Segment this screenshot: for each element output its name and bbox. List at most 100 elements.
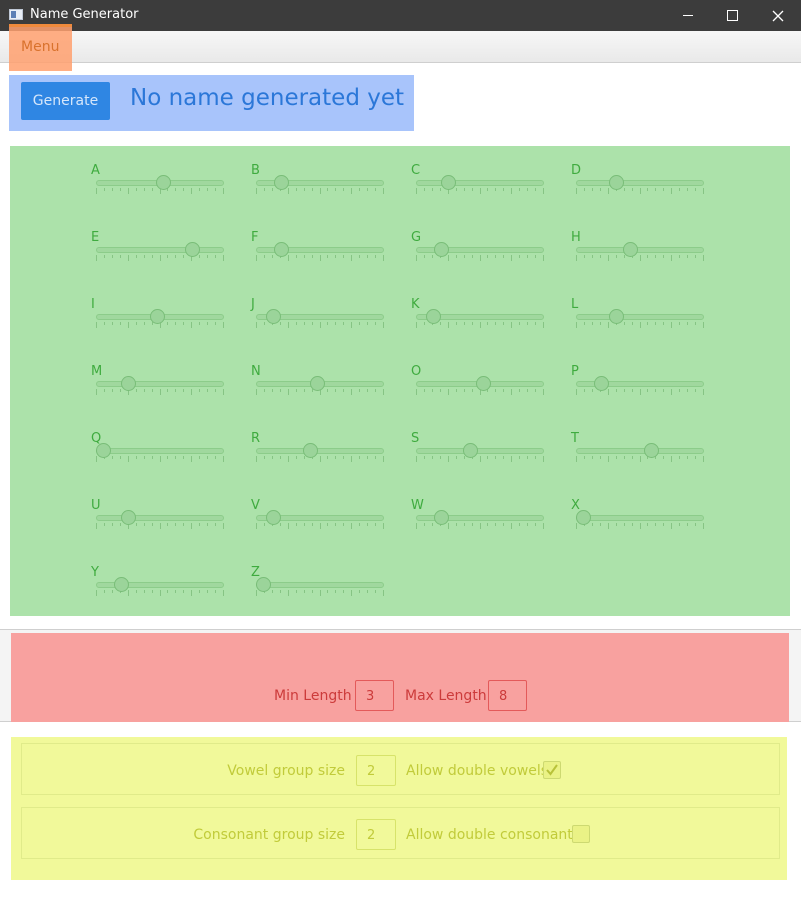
slider-i[interactable]: I	[91, 297, 226, 337]
slider-l[interactable]: L	[571, 297, 706, 337]
slider-b[interactable]: B	[251, 163, 386, 203]
close-button[interactable]	[755, 0, 801, 31]
slider-thumb[interactable]	[609, 309, 625, 324]
slider-thumb[interactable]	[184, 242, 200, 257]
slider-j[interactable]: J	[251, 297, 386, 337]
slider-thumb[interactable]	[121, 376, 137, 391]
slider-thumb[interactable]	[309, 376, 325, 391]
slider-label: S	[411, 431, 420, 446]
slider-thumb[interactable]	[149, 309, 165, 324]
minimize-button[interactable]	[665, 0, 711, 31]
minimize-icon	[683, 15, 693, 16]
slider-track[interactable]	[576, 247, 704, 253]
close-icon	[772, 10, 784, 21]
slider-label: I	[91, 297, 95, 312]
slider-w[interactable]: W	[411, 498, 546, 538]
slider-thumb[interactable]	[256, 577, 271, 592]
slider-label: N	[251, 364, 261, 379]
slider-thumb[interactable]	[441, 175, 457, 190]
slider-track[interactable]	[576, 314, 704, 320]
slider-z[interactable]: Z	[251, 565, 386, 605]
check-icon	[546, 764, 558, 776]
slider-e[interactable]: E	[91, 230, 226, 270]
slider-label: W	[411, 498, 424, 513]
slider-ticks	[256, 188, 384, 194]
slider-g[interactable]: G	[411, 230, 546, 270]
slider-n[interactable]: N	[251, 364, 386, 404]
slider-ticks	[256, 255, 384, 261]
menu-button[interactable]: Menu	[9, 24, 72, 71]
slider-thumb[interactable]	[302, 443, 318, 458]
slider-label: P	[571, 364, 579, 379]
allow-double-consonants-label: Allow double consonants	[406, 827, 581, 843]
vowel-group-size-field[interactable]: 2	[356, 755, 396, 786]
slider-f[interactable]: F	[251, 230, 386, 270]
slider-t[interactable]: T	[571, 431, 706, 471]
slider-x[interactable]: X	[571, 498, 706, 538]
grouping-panel: Vowel group size 2 Allow double vowels C…	[11, 737, 787, 880]
slider-label: Y	[91, 565, 99, 580]
slider-label: O	[411, 364, 422, 379]
window-title: Name Generator	[30, 7, 139, 22]
min-length-field[interactable]: 3	[355, 680, 394, 711]
slider-ticks	[256, 456, 384, 462]
slider-m[interactable]: M	[91, 364, 226, 404]
slider-track[interactable]	[256, 582, 384, 588]
maximize-button[interactable]	[709, 0, 755, 31]
min-length-label: Min Length	[274, 688, 352, 704]
slider-ticks	[576, 389, 704, 395]
maximize-icon	[726, 10, 738, 21]
slider-label: R	[251, 431, 261, 446]
slider-h[interactable]: H	[571, 230, 706, 270]
slider-a[interactable]: A	[91, 163, 226, 203]
allow-double-vowels-checkbox[interactable]	[543, 761, 561, 779]
slider-label: A	[91, 163, 100, 178]
slider-thumb[interactable]	[622, 242, 638, 257]
slider-thumb[interactable]	[609, 175, 625, 190]
slider-ticks	[576, 523, 704, 529]
slider-ticks	[576, 255, 704, 261]
slider-label: T	[571, 431, 579, 446]
slider-y[interactable]: Y	[91, 565, 226, 605]
title-bar: Name Generator	[0, 0, 801, 31]
vowel-row: Vowel group size 2 Allow double vowels	[21, 743, 780, 795]
slider-label: F	[251, 230, 259, 245]
slider-track[interactable]	[96, 381, 224, 387]
slider-thumb[interactable]	[96, 443, 111, 458]
slider-ticks	[576, 322, 704, 328]
slider-track[interactable]	[256, 448, 384, 454]
slider-ticks	[416, 188, 544, 194]
slider-r[interactable]: R	[251, 431, 386, 471]
slider-v[interactable]: V	[251, 498, 386, 538]
slider-label: L	[571, 297, 579, 312]
allow-double-consonants-checkbox[interactable]	[572, 825, 590, 843]
slider-ticks	[96, 389, 224, 395]
slider-track[interactable]	[96, 247, 224, 253]
slider-track[interactable]	[576, 515, 704, 521]
slider-o[interactable]: O	[411, 364, 546, 404]
slider-p[interactable]: P	[571, 364, 706, 404]
letter-weights-panel: A B C D E F G H I J K L M N O P Q R S T U V W X Y Z	[10, 146, 790, 616]
slider-ticks	[96, 590, 224, 596]
slider-thumb[interactable]	[576, 510, 591, 525]
slider-u[interactable]: U	[91, 498, 226, 538]
vowel-group-size-label: Vowel group size	[227, 763, 345, 779]
slider-track[interactable]	[96, 515, 224, 521]
max-length-field[interactable]: 8	[488, 680, 527, 711]
slider-s[interactable]: S	[411, 431, 546, 471]
slider-q[interactable]: Q	[91, 431, 226, 471]
slider-track[interactable]	[416, 180, 544, 186]
slider-c[interactable]: C	[411, 163, 546, 203]
slider-track[interactable]	[576, 448, 704, 454]
slider-d[interactable]: D	[571, 163, 706, 203]
consonant-group-size-field[interactable]: 2	[356, 819, 396, 850]
slider-ticks	[576, 188, 704, 194]
slider-thumb[interactable]	[121, 510, 137, 525]
slider-k[interactable]: K	[411, 297, 546, 337]
slider-track[interactable]	[576, 180, 704, 186]
generate-button[interactable]: Generate	[21, 82, 110, 120]
slider-track[interactable]	[416, 448, 544, 454]
consonant-group-size-label: Consonant group size	[193, 827, 345, 843]
slider-track[interactable]	[96, 448, 224, 454]
slider-thumb[interactable]	[462, 443, 478, 458]
